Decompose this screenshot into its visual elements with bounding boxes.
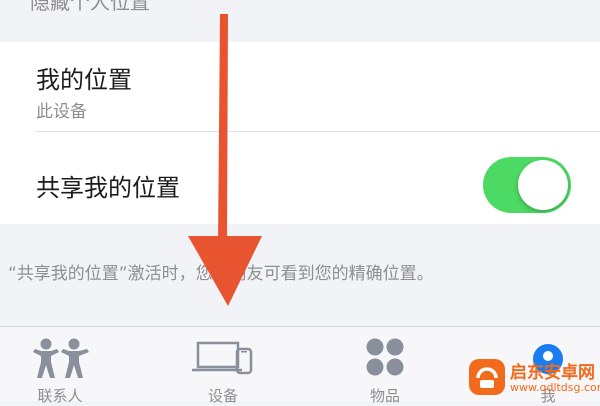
toggle-knob: [518, 160, 568, 210]
share-location-label: 共享我的位置: [36, 174, 180, 202]
my-location-title[interactable]: 我的位置: [36, 60, 132, 95]
my-location-subtitle: 此设备: [36, 102, 87, 122]
down-arrow-annotation: [188, 14, 262, 306]
watermark-logo-icon: [469, 359, 505, 395]
watermark: 启东安卓网 www.qdltdsg.com: [468, 354, 600, 400]
people-icon: [0, 335, 120, 379]
tab-devices[interactable]: 设备: [163, 327, 283, 405]
tab-contacts-label: 联系人: [37, 387, 83, 405]
arrow-head: [188, 236, 262, 306]
share-location-toggle[interactable]: [483, 157, 571, 213]
devices-icon: [163, 335, 283, 379]
tab-devices-label: 设备: [207, 387, 238, 405]
arrow-shaft: [218, 14, 228, 244]
row-divider: [36, 131, 600, 132]
tab-items[interactable]: 物品: [325, 327, 445, 405]
grid-dots-icon: [325, 335, 445, 379]
tab-contacts[interactable]: 联系人: [0, 327, 120, 405]
tab-items-label: 物品: [369, 387, 400, 405]
watermark-url: www.qdltdsg.com: [510, 381, 600, 394]
watermark-name: 启东安卓网: [510, 363, 595, 383]
section-header: 隐藏个人位置: [30, 0, 150, 14]
